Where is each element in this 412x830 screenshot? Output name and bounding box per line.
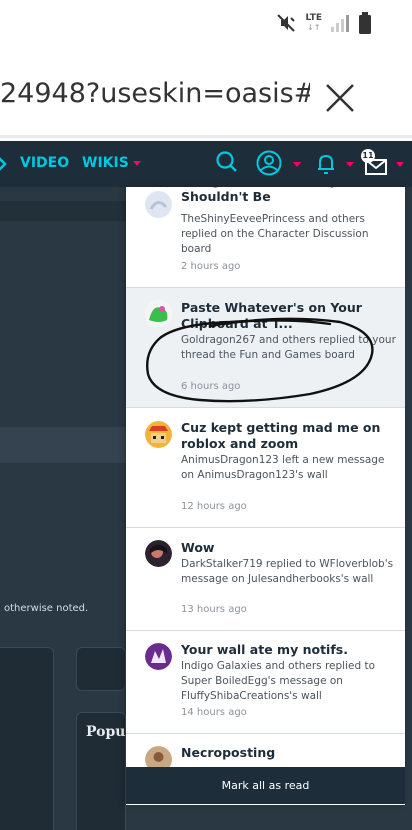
notification-item[interactable]: Wow DarkStalker719 replied to WFloverblo… bbox=[126, 528, 405, 631]
notifications-dropdown: Things Porn Definitely Shouldn't Be TheS… bbox=[126, 187, 405, 805]
notification-title: Things Porn Definitely Shouldn't Be bbox=[181, 187, 338, 204]
user-avatar bbox=[145, 540, 172, 567]
avatar-image bbox=[145, 191, 172, 218]
battery-icon bbox=[359, 12, 371, 34]
lte-indicator: LTE ↓↑ bbox=[305, 13, 322, 33]
page-card bbox=[0, 647, 54, 830]
chevron-down-icon bbox=[346, 162, 354, 167]
avatar-image bbox=[145, 643, 172, 670]
nav-wikis-link[interactable]: WIKIS bbox=[82, 155, 141, 171]
signal-icon bbox=[331, 15, 349, 32]
notification-time: 2 hours ago bbox=[181, 261, 241, 272]
nav-video-link[interactable]: VIDEO bbox=[20, 155, 69, 171]
notification-count-badge: 11 bbox=[361, 149, 375, 163]
user-avatar bbox=[145, 191, 172, 218]
close-icon[interactable] bbox=[322, 80, 358, 116]
notifications-bell-button[interactable] bbox=[314, 151, 354, 181]
notification-item[interactable]: Things Porn Definitely Shouldn't Be TheS… bbox=[126, 187, 405, 288]
notification-text: Indigo Galaxies and others replied to Su… bbox=[181, 660, 376, 702]
messages-button[interactable]: 11 bbox=[361, 149, 404, 183]
status-bar: LTE ↓↑ bbox=[0, 0, 412, 52]
license-text: otherwise noted. bbox=[4, 603, 89, 614]
notification-title: Cuz kept getting mad me on roblox and zo… bbox=[181, 420, 381, 451]
user-menu-button[interactable] bbox=[255, 149, 301, 183]
notification-text: TheShinyEeveePrincess and others replied… bbox=[181, 213, 369, 255]
url-text[interactable]: 24948?useskin=oasis#17 bbox=[0, 78, 310, 109]
mark-all-read-button[interactable]: Mark all as read bbox=[126, 767, 405, 804]
notification-item[interactable]: Paste Whatever's on Your Clipboard at T.… bbox=[126, 288, 405, 408]
user-avatar bbox=[145, 643, 172, 670]
user-avatar bbox=[145, 300, 172, 327]
notification-text: AnimusDragon123 left a new message on An… bbox=[181, 454, 385, 481]
nav-wikis-label: WIKIS bbox=[82, 155, 129, 171]
notification-title: Paste Whatever's on Your Clipboard at T.… bbox=[181, 300, 362, 331]
notification-item[interactable]: Cuz kept getting mad me on roblox and zo… bbox=[126, 408, 405, 528]
chevron-right-icon[interactable] bbox=[0, 157, 8, 171]
notification-title: Necroposting bbox=[181, 745, 276, 760]
avatar-image bbox=[145, 421, 172, 448]
browser-url-bar: 24948?useskin=oasis#17 bbox=[0, 52, 412, 138]
notification-title: Wow bbox=[181, 540, 215, 555]
page-panel bbox=[0, 427, 130, 463]
bell-icon bbox=[318, 154, 334, 174]
page-panel bbox=[0, 201, 130, 221]
wiki-global-nav: VIDEO WIKIS 11 bbox=[0, 141, 412, 187]
user-avatar-icon bbox=[256, 150, 282, 176]
notification-time: 12 hours ago bbox=[181, 501, 247, 512]
chevron-down-icon bbox=[396, 162, 404, 167]
user-avatar bbox=[145, 421, 172, 448]
avatar-image bbox=[145, 300, 172, 327]
notification-text: DarkStalker719 replied to WFloverblob's … bbox=[181, 558, 394, 585]
mute-vibrate-icon bbox=[277, 14, 296, 32]
chevron-down-icon bbox=[132, 160, 141, 166]
notification-time: 14 hours ago bbox=[181, 707, 247, 718]
notification-time: 6 hours ago bbox=[181, 381, 241, 392]
page-card bbox=[76, 647, 126, 691]
notification-text: Goldragon267 and others replied to your … bbox=[181, 334, 396, 361]
notification-time: 13 hours ago bbox=[181, 604, 247, 615]
notification-title: Your wall ate my notifs. bbox=[181, 642, 348, 657]
notification-item[interactable]: Your wall ate my notifs. Indigo Galaxies… bbox=[126, 631, 405, 734]
avatar-image bbox=[145, 540, 172, 567]
search-icon[interactable] bbox=[214, 149, 240, 175]
chevron-down-icon bbox=[293, 162, 301, 167]
